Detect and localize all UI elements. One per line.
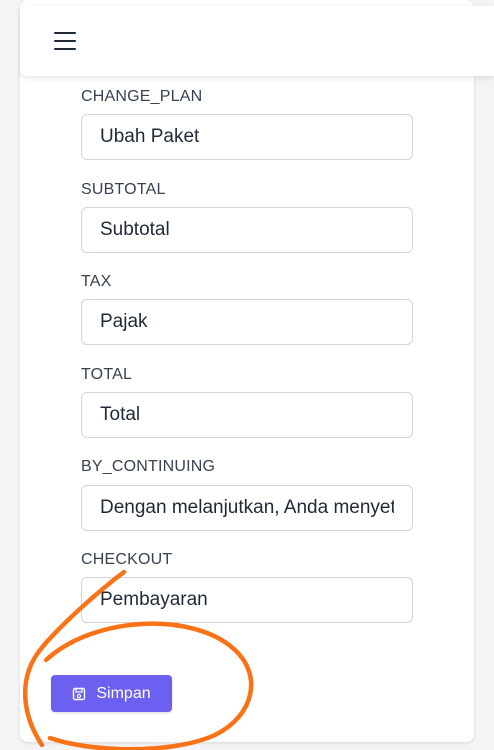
field-label-subtotal: SUBTOTAL <box>81 181 166 198</box>
save-button[interactable]: Simpan <box>51 675 172 712</box>
subtotal-input[interactable] <box>81 207 413 253</box>
field-label-checkout: CHECKOUT <box>81 551 173 568</box>
save-icon <box>73 687 86 700</box>
page: CHANGE_PLAN SUBTOTAL TAX TOTAL BY_CONTIN… <box>0 0 494 750</box>
tax-input[interactable] <box>81 299 413 345</box>
top-navbar <box>20 6 494 76</box>
field-label-by-continuing: BY_CONTINUING <box>81 458 216 475</box>
field-label-total: TOTAL <box>81 366 133 383</box>
change-plan-input[interactable] <box>81 114 413 160</box>
field-label-tax: TAX <box>81 273 112 290</box>
hamburger-menu-icon[interactable] <box>54 32 76 50</box>
field-label-change-plan: CHANGE_PLAN <box>81 88 203 105</box>
save-button-label: Simpan <box>96 684 151 702</box>
by-continuing-input[interactable] <box>81 485 413 531</box>
total-input[interactable] <box>81 392 413 438</box>
checkout-input[interactable] <box>81 577 413 623</box>
